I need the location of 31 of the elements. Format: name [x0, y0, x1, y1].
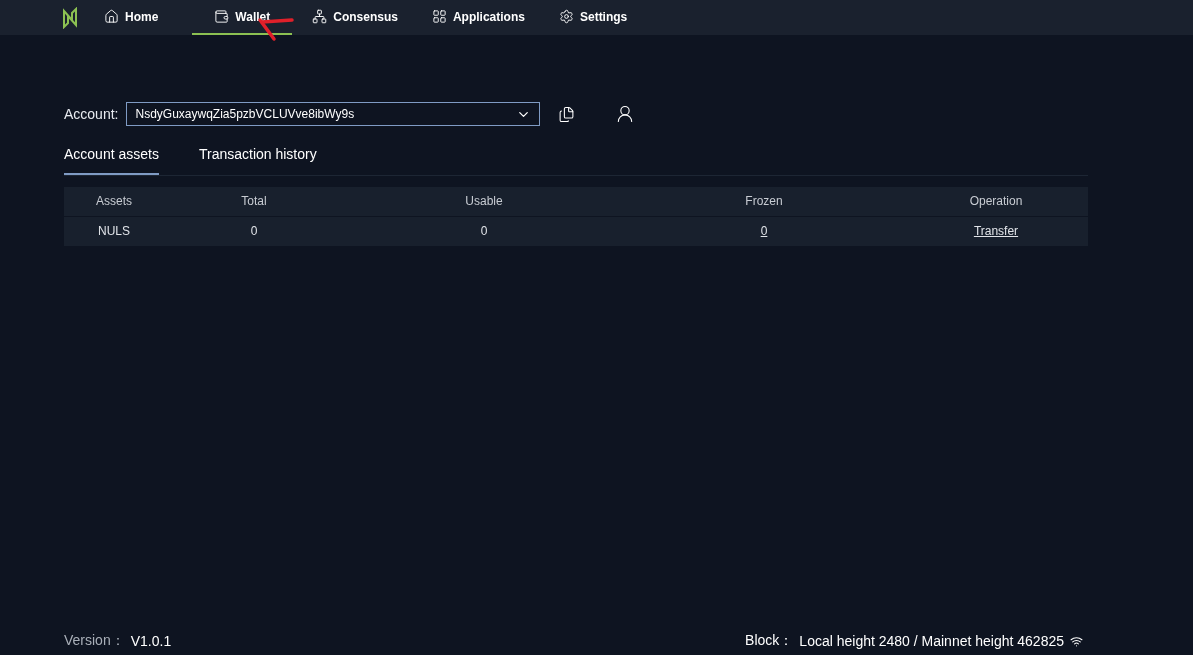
block-height: Local height 2480 / Mainnet height 462825 [799, 633, 1064, 649]
wallet-icon [214, 9, 230, 24]
nav-tab[interactable]: Home [104, 0, 159, 35]
grid-icon [431, 9, 447, 24]
nav-tab[interactable]: Settings [558, 0, 628, 35]
table-cell: NULS [98, 224, 130, 238]
nav-tab[interactable]: Applications [431, 0, 525, 35]
column-header: Operation [904, 187, 1088, 217]
nav-tab[interactable]: Consensus [312, 0, 398, 35]
network-icon [312, 9, 328, 24]
settings-icon [558, 9, 574, 24]
version-label: Version： [64, 632, 125, 650]
account-label: Account: [64, 106, 119, 122]
column-header: Assets [64, 187, 164, 217]
cell-link[interactable]: Transfer [973, 224, 1019, 238]
column-header: Usable [344, 187, 624, 217]
table-cell: 0 [480, 224, 488, 238]
column-header: Total [164, 187, 344, 217]
cell-link[interactable]: 0 [760, 224, 768, 238]
tab[interactable]: Account assets [64, 146, 159, 175]
block-label: Block： [745, 632, 794, 650]
version-value: V1.0.1 [130, 633, 172, 649]
wifi-icon [1070, 634, 1083, 648]
table-cell: 0 [250, 224, 258, 238]
home-icon [104, 9, 119, 24]
documents-icon[interactable] [558, 105, 576, 123]
tab[interactable]: Transaction history [198, 146, 317, 175]
column-header: Frozen [624, 187, 904, 217]
logo-icon [62, 6, 78, 29]
nav-tab[interactable]: Wallet [192, 0, 293, 35]
account-select[interactable]: NsdyGuxaywqZia5pzbVCLUVve8ibWy9s [126, 102, 541, 126]
